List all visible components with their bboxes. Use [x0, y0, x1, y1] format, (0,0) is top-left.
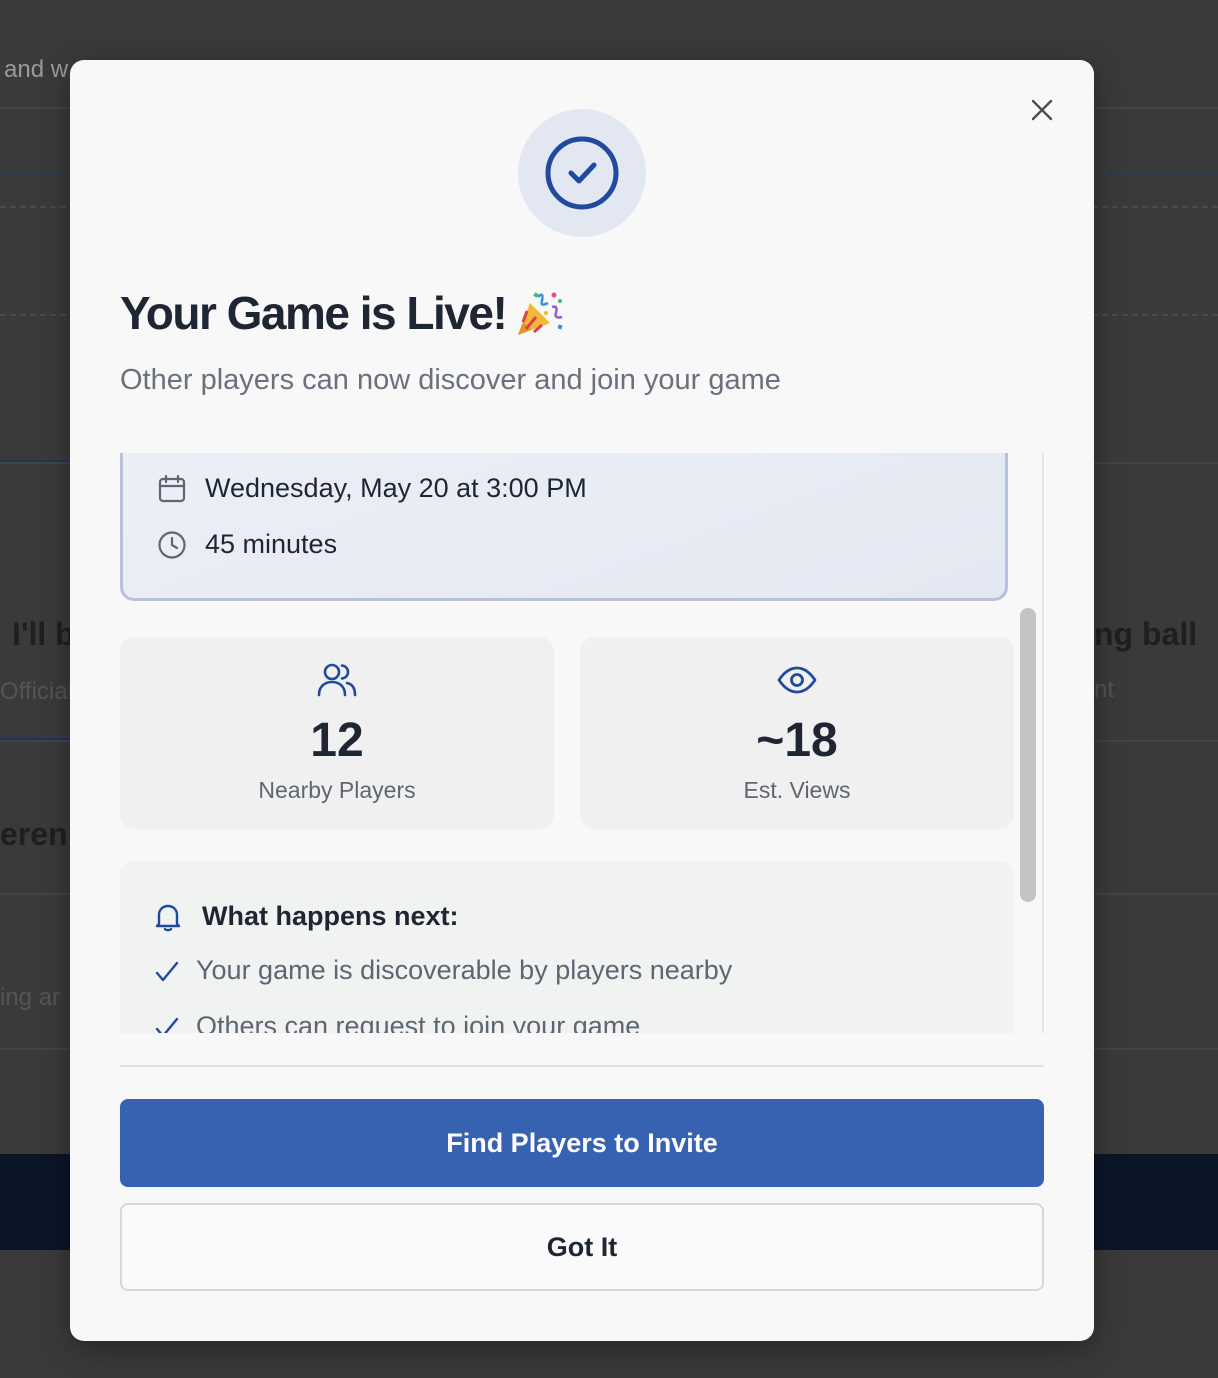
nearby-players-value: 12 — [310, 714, 364, 767]
modal-title-text: Your Game is Live! — [120, 287, 508, 339]
next-steps-card: What happens next: Your game is discover… — [120, 861, 1014, 1033]
close-button[interactable] — [1024, 92, 1060, 128]
bg-card-title: I'll b — [12, 616, 75, 652]
find-players-button[interactable]: Find Players to Invite — [120, 1099, 1044, 1187]
close-icon — [1031, 99, 1053, 121]
users-icon — [317, 663, 357, 697]
bg-card-subtitle: nt — [1094, 676, 1115, 703]
est-views-stat: ~18 Est. Views — [580, 637, 1014, 829]
check-icon — [155, 961, 179, 981]
est-views-label: Est. Views — [743, 777, 851, 803]
bg-section-heading: eren — [0, 816, 68, 852]
modal-scroll-area[interactable]: Wednesday, May 20 at 3:00 PM 45 minutes — [120, 453, 1014, 1033]
scrollbar-thumb[interactable] — [1020, 608, 1036, 902]
schedule-date-row: Wednesday, May 20 at 3:00 PM — [157, 473, 587, 504]
bell-icon — [155, 904, 181, 931]
check-circle-icon — [545, 136, 619, 210]
bg-card-title: ng ball — [1094, 616, 1198, 652]
next-step-text: Your game is discoverable by players nea… — [196, 955, 733, 985]
bg-text-fragment: ing ar — [0, 984, 61, 1011]
game-live-modal: Your Game is Live! Other players can now… — [70, 60, 1094, 1341]
success-badge — [518, 109, 646, 237]
modal-subtitle: Other players can now discover and join … — [120, 364, 781, 396]
est-views-value: ~18 — [756, 714, 838, 767]
party-popper-icon — [518, 292, 563, 335]
got-it-button[interactable]: Got It — [120, 1203, 1044, 1291]
next-steps-heading-row: What happens next: — [154, 901, 459, 932]
next-steps-heading: What happens next: — [202, 901, 459, 931]
nearby-players-stat: 12 Nearby Players — [120, 637, 554, 829]
check-icon — [155, 1017, 179, 1033]
footer-divider — [120, 1065, 1044, 1067]
bg-text-fragment: and w — [4, 56, 69, 83]
eye-icon — [777, 666, 817, 694]
schedule-duration: 45 minutes — [205, 529, 338, 559]
next-step-text: Others can request to join your game — [196, 1011, 641, 1033]
nearby-players-label: Nearby Players — [258, 777, 416, 803]
next-step-item: Others can request to join your game — [154, 1011, 640, 1033]
calendar-icon — [158, 474, 186, 502]
schedule-duration-row: 45 minutes — [157, 529, 337, 560]
bg-card-subtitle: Official — [0, 678, 73, 705]
schedule-date: Wednesday, May 20 at 3:00 PM — [205, 473, 587, 503]
next-step-item: Your game is discoverable by players nea… — [154, 955, 732, 986]
modal-title: Your Game is Live! — [120, 286, 566, 340]
scrollbar-track — [1042, 453, 1044, 1033]
clock-icon — [158, 530, 186, 559]
game-schedule-card: Wednesday, May 20 at 3:00 PM 45 minutes — [120, 453, 1008, 601]
